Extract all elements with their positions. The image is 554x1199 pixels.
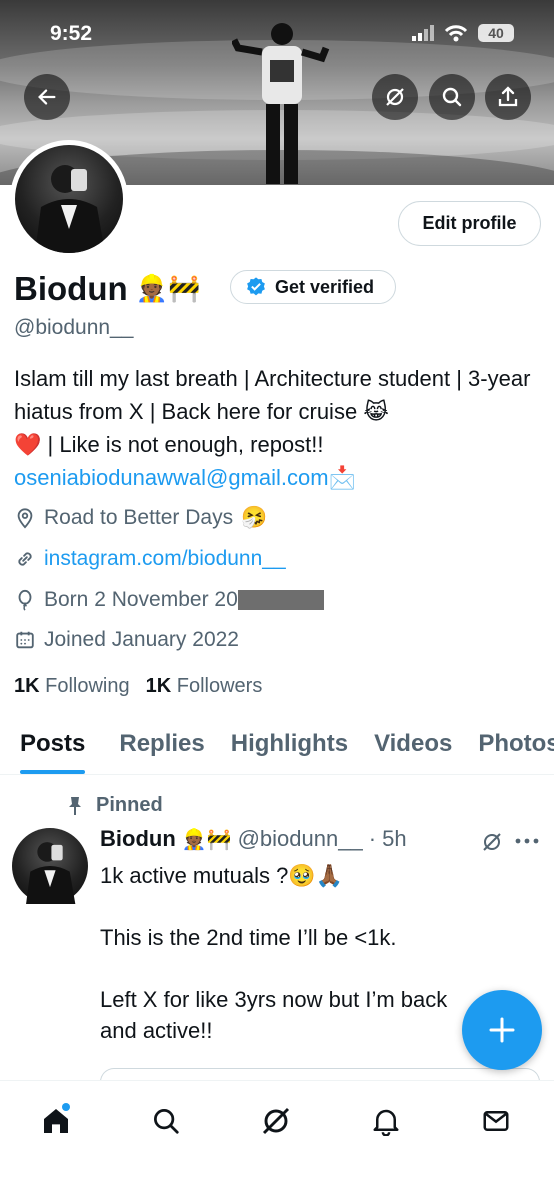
back-button[interactable] (24, 74, 70, 120)
post-author-handle[interactable]: @biodunn__ (238, 826, 363, 852)
nav-notifications[interactable] (366, 1101, 406, 1141)
get-verified-label: Get verified (275, 276, 375, 297)
edit-profile-button[interactable]: Edit profile (398, 201, 541, 246)
grok-icon (262, 1107, 290, 1135)
get-verified-button[interactable]: Get verified (230, 270, 396, 304)
avatar-photo (35, 165, 105, 253)
nav-search[interactable] (146, 1101, 186, 1141)
post-author-emojis: 👷🏾🚧 (181, 827, 232, 851)
profile-location: Road to Better Days 🤧 (14, 506, 267, 530)
post-author-avatar[interactable] (12, 828, 88, 904)
profile-bio: Islam till my last breath | Architecture… (14, 362, 544, 494)
mail-icon (483, 1111, 509, 1131)
balloon-icon (18, 589, 32, 611)
bio-line-2: ❤️ | Like is not enough, repost!! (14, 432, 324, 457)
pin-icon (69, 796, 81, 815)
followers-count: 1K (145, 675, 172, 697)
wifi-icon (444, 25, 468, 42)
avatar-photo (26, 842, 76, 904)
post-header: Biodun 👷🏾🚧 @biodunn__ · 5h (100, 826, 407, 852)
profile-name-emojis: 👷🏾🚧 (135, 274, 201, 304)
tab-posts[interactable]: Posts (20, 718, 86, 774)
search-icon (442, 87, 462, 107)
redacted-year-block (237, 590, 324, 610)
bottom-nav (0, 1080, 554, 1199)
location-text: Road to Better Days (44, 506, 234, 529)
link-icon (18, 552, 32, 566)
tab-replies[interactable]: Replies (119, 718, 204, 774)
profile-website: instagram.com/biodunn__ (14, 547, 286, 571)
profile-handle: @biodunn__ (14, 316, 134, 339)
joined-text: Joined January 2022 (44, 628, 239, 651)
battery-indicator: 40 (478, 24, 514, 42)
following-label: Following (45, 675, 130, 697)
profile-avatar[interactable] (10, 140, 128, 258)
share-button[interactable] (485, 74, 531, 120)
pinned-label: Pinned (96, 794, 163, 816)
location-pin-icon (17, 508, 33, 529)
banner-person-photo (232, 23, 330, 184)
pinned-indicator: Pinned (66, 794, 163, 817)
grok-icon[interactable] (480, 830, 504, 854)
calendar-icon (16, 631, 34, 649)
followers-label: Followers (176, 675, 263, 697)
bio-line-1: Islam till my last breath | Architecture… (14, 366, 531, 424)
birthday-text: Born 2 November 20 (44, 588, 238, 611)
profile-joined: Joined January 2022 (14, 628, 239, 652)
profile-name-row: Biodun 👷🏾🚧 (14, 270, 200, 308)
tab-photos[interactable]: Photos (478, 718, 554, 774)
search-icon (154, 1109, 179, 1134)
nav-messages[interactable] (476, 1101, 516, 1141)
post-time: · 5h (368, 826, 407, 851)
grok-button[interactable] (372, 74, 418, 120)
website-link[interactable]: instagram.com/biodunn__ (44, 547, 286, 571)
tab-videos[interactable]: Videos (374, 718, 452, 774)
status-indicators: 40 (412, 24, 514, 42)
follow-stats: 1K Following 1K Followers (14, 675, 262, 698)
more-icon[interactable] (514, 836, 540, 846)
status-time: 9:52 (50, 22, 93, 45)
grok-icon (386, 88, 404, 106)
bio-email-link[interactable]: oseniabiodunawwal@gmail.com (14, 465, 329, 490)
signal-icon (412, 25, 434, 41)
following-link[interactable]: 1K Following (14, 675, 130, 698)
profile-tabs: Posts Replies Highlights Videos Photos (0, 718, 554, 775)
email-emoji: 📩 (328, 465, 357, 490)
post-author-name[interactable]: Biodun (100, 826, 176, 852)
tab-highlights[interactable]: Highlights (231, 718, 348, 774)
search-button[interactable] (429, 74, 475, 120)
following-count: 1K (14, 675, 40, 697)
back-arrow-icon (38, 89, 56, 105)
nav-grok[interactable] (256, 1101, 296, 1141)
share-icon (498, 86, 518, 107)
home-notification-dot (62, 1103, 70, 1111)
followers-link[interactable]: 1K Followers (146, 675, 263, 698)
bell-icon (373, 1109, 399, 1136)
location-emoji: 🤧 (241, 506, 268, 529)
verified-badge-icon (247, 277, 265, 296)
nav-home[interactable] (36, 1101, 76, 1141)
profile-name: Biodun (14, 270, 128, 307)
profile-birthday: Born 2 November 20 (14, 588, 324, 612)
compose-button[interactable] (462, 990, 542, 1070)
plus-icon (489, 1017, 515, 1043)
